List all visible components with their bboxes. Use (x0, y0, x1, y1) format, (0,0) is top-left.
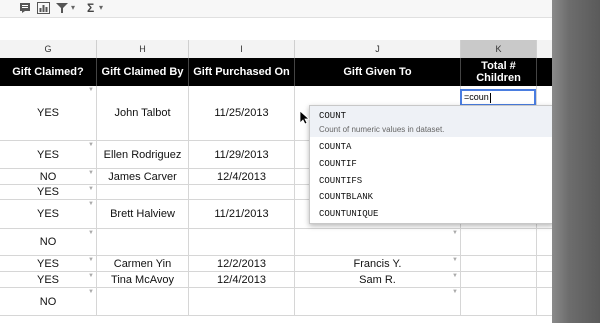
cell-given-to[interactable]: ▼ (295, 229, 461, 255)
cell-claimed-by[interactable]: Brett Halview (97, 200, 189, 228)
cell-purchased-on[interactable]: 11/21/2013 (189, 200, 295, 228)
column-header-k[interactable]: K (461, 40, 537, 58)
header-gift-given-to[interactable]: Gift Given To (295, 58, 461, 86)
cell-purchased-on[interactable] (189, 185, 295, 199)
cell-gift-claimed[interactable]: YES ▼ (0, 141, 97, 168)
cell-text: NO (39, 295, 57, 308)
cell-claimed-by[interactable] (97, 185, 189, 199)
cell-purchased-on[interactable]: 12/4/2013 (189, 169, 295, 184)
autocomplete-item-count[interactable]: COUNT (319, 111, 346, 121)
cell-claimed-by[interactable]: Carmen Yin (97, 256, 189, 271)
header-total-children-line1: Total # (481, 60, 516, 72)
cell-purchased-on[interactable]: 11/25/2013 (189, 86, 295, 140)
autocomplete-item-countunique[interactable]: COUNTUNIQUE (319, 209, 378, 219)
cell-gift-claimed[interactable]: NO ▼ (0, 288, 97, 315)
header-total-children[interactable]: Total # Children (461, 58, 537, 86)
table-header-row: Gift Claimed? Gift Claimed By Gift Purch… (0, 58, 552, 86)
cell-purchased-on[interactable]: 12/4/2013 (189, 272, 295, 287)
cell-gift-claimed[interactable]: NO ▼ (0, 229, 97, 255)
dropdown-arrow-icon[interactable]: ▼ (88, 87, 94, 93)
text-caret (489, 92, 491, 103)
mouse-pointer-icon (300, 111, 310, 125)
dropdown-arrow-icon[interactable]: ▼ (88, 186, 94, 192)
cell-purchased-on[interactable] (189, 229, 295, 255)
autocomplete-item-countblank[interactable]: COUNTBLANK (319, 192, 373, 202)
cell-given-to[interactable]: Sam R. ▼ (295, 272, 461, 287)
cell-claimed-by[interactable]: John Talbot (97, 86, 189, 140)
dropdown-arrow-icon[interactable]: ▼ (452, 273, 458, 279)
dropdown-arrow-icon[interactable]: ▼ (88, 230, 94, 236)
cell-total-children[interactable] (461, 288, 537, 315)
dropdown-arrow-icon[interactable]: ▼ (88, 273, 94, 279)
autocomplete-item-countif[interactable]: COUNTIF (319, 159, 357, 169)
cell-text: YES (36, 273, 59, 286)
toolbar: ▾ Σ ▾ (0, 0, 552, 18)
table-row: NO ▼ ▼ (0, 288, 552, 316)
column-header-g[interactable]: G (0, 40, 97, 58)
cell-claimed-by[interactable] (97, 229, 189, 255)
cell-text: NO (39, 170, 57, 183)
cell-given-to[interactable]: Francis Y. ▼ (295, 256, 461, 271)
column-header-row: G H I J K (0, 40, 552, 59)
cell-gift-claimed[interactable]: YES ▼ (0, 200, 97, 228)
cell-text: NO (39, 236, 57, 248)
cell-gift-claimed[interactable]: YES ▼ (0, 272, 97, 287)
cell-gift-claimed[interactable]: NO ▼ (0, 169, 97, 184)
dropdown-arrow-icon[interactable]: ▼ (88, 289, 94, 295)
header-total-children-line2: Children (476, 72, 521, 84)
cell-claimed-by[interactable] (97, 288, 189, 315)
active-cell-editor[interactable]: =coun (460, 89, 536, 106)
dropdown-arrow-icon[interactable]: ▼ (88, 257, 94, 263)
column-header-j[interactable]: J (295, 40, 461, 58)
cell-claimed-by[interactable]: James Carver (97, 169, 189, 184)
cell-purchased-on[interactable]: 11/29/2013 (189, 141, 295, 168)
dropdown-arrow-icon[interactable]: ▼ (452, 230, 458, 236)
cell-purchased-on[interactable]: 12/2/2013 (189, 256, 295, 271)
desktop-background (552, 0, 600, 323)
cell-text: Francis Y. (353, 257, 402, 270)
dropdown-arrow-icon[interactable]: ▼ (88, 142, 94, 148)
table-row: NO ▼ ▼ (0, 229, 552, 256)
cell-total-children[interactable] (461, 229, 537, 255)
table-row: YES ▼ Carmen Yin 12/2/2013 Francis Y. ▼ (0, 256, 552, 272)
cell-text: YES (36, 208, 59, 220)
cell-text: YES (36, 148, 59, 161)
functions-icon[interactable]: Σ (87, 2, 94, 14)
formula-text: =coun (464, 92, 489, 102)
chevron-down-icon[interactable]: ▾ (99, 3, 103, 13)
cell-given-to[interactable]: ▼ (295, 288, 461, 315)
header-gift-claimed[interactable]: Gift Claimed? (0, 58, 97, 86)
chevron-down-icon[interactable]: ▾ (71, 3, 75, 13)
dropdown-arrow-icon[interactable]: ▼ (88, 170, 94, 176)
cell-total-children[interactable] (461, 256, 537, 271)
cell-gift-claimed[interactable]: YES ▼ (0, 185, 97, 199)
cell-claimed-by[interactable]: Ellen Rodriguez (97, 141, 189, 168)
cell-gift-claimed[interactable]: YES ▼ (0, 86, 97, 140)
cell-text: YES (36, 186, 59, 198)
dropdown-arrow-icon[interactable]: ▼ (452, 257, 458, 263)
cell-text: Sam R. (359, 273, 396, 286)
header-gift-claimed-by[interactable]: Gift Claimed By (97, 58, 189, 86)
autocomplete-item-description: Count of numeric values in dataset. (319, 125, 445, 134)
column-header-h[interactable]: H (97, 40, 189, 58)
cell-text: YES (36, 257, 59, 270)
column-header-i[interactable]: I (189, 40, 295, 58)
cell-total-children[interactable] (461, 272, 537, 287)
dropdown-arrow-icon[interactable]: ▼ (452, 289, 458, 295)
cell-purchased-on[interactable] (189, 288, 295, 315)
chart-icon[interactable] (37, 2, 50, 14)
spreadsheet-app: ▾ Σ ▾ G H I J K Gift Claimed? Gift Claim… (0, 0, 552, 323)
autocomplete-item-counta[interactable]: COUNTA (319, 142, 351, 152)
function-autocomplete-menu: COUNT Count of numeric values in dataset… (309, 105, 552, 224)
dropdown-arrow-icon[interactable]: ▼ (88, 201, 94, 207)
autocomplete-item-countifs[interactable]: COUNTIFS (319, 176, 362, 186)
header-gift-purchased-on[interactable]: Gift Purchased On (189, 58, 295, 86)
comment-icon[interactable] (19, 2, 31, 14)
filter-icon[interactable] (56, 2, 68, 14)
cell-text: YES (36, 107, 59, 119)
cell-gift-claimed[interactable]: YES ▼ (0, 256, 97, 271)
table-row: YES ▼ Tina McAvoy 12/4/2013 Sam R. ▼ (0, 272, 552, 288)
cell-claimed-by[interactable]: Tina McAvoy (97, 272, 189, 287)
